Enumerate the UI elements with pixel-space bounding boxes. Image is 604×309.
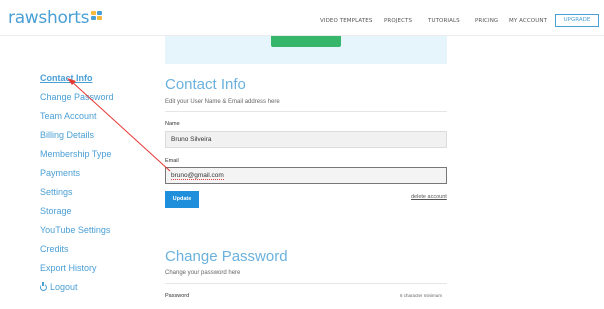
arrow-line bbox=[70, 80, 171, 172]
annotation-arrow bbox=[67, 78, 171, 172]
